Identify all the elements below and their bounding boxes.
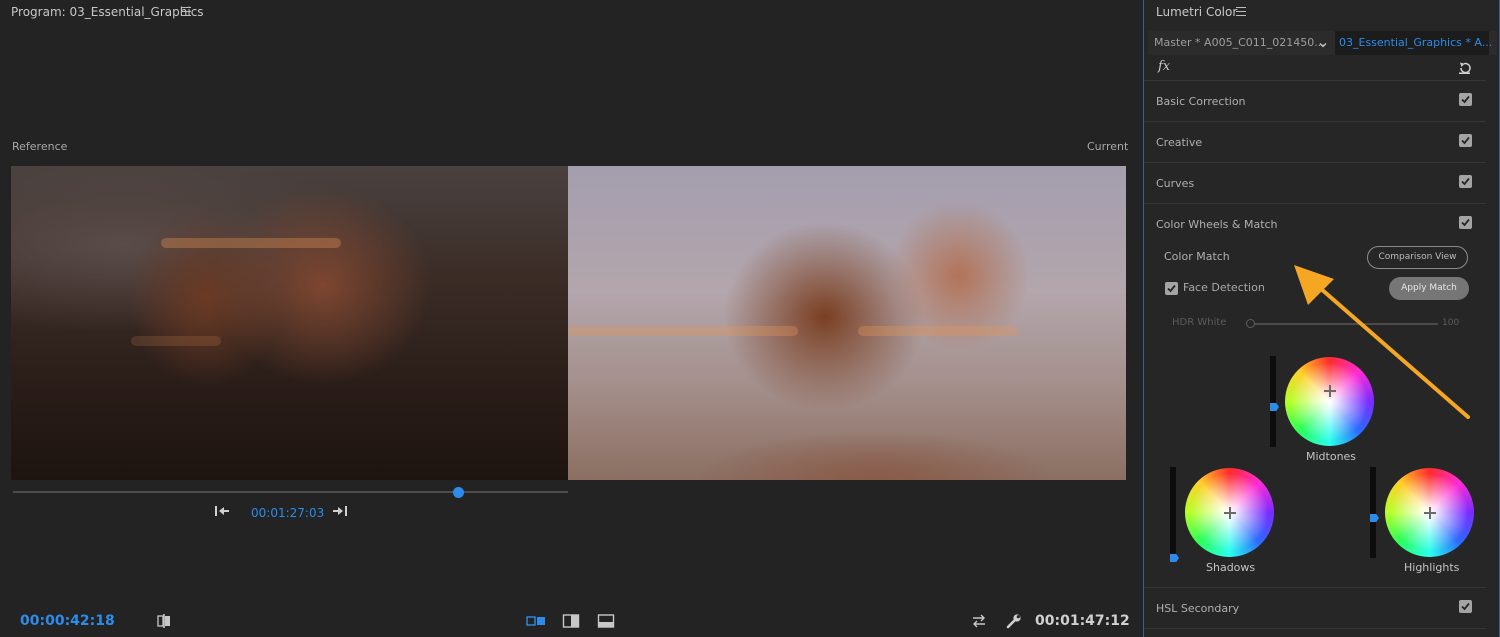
lumetri-menu-icon[interactable] <box>1236 7 1246 16</box>
hdr-white-slider-track <box>1250 323 1438 325</box>
vertical-split-icon[interactable] <box>562 613 580 629</box>
section-creative-label: Creative <box>1156 136 1203 149</box>
duration-timecode: 00:01:47:12 <box>1035 613 1130 629</box>
section-basic-correction[interactable]: Basic Correction <box>1144 80 1486 121</box>
comparison-side-by-side-icon[interactable] <box>526 613 545 629</box>
clip-selector: Master * A005_C011_021450... 03_Essentia… <box>1148 31 1497 55</box>
hdr-white-label: HDR White <box>1172 317 1227 328</box>
hdr-white-slider-handle <box>1246 319 1255 328</box>
color-match-label: Color Match <box>1164 250 1230 263</box>
horizontal-split-icon[interactable] <box>597 613 615 629</box>
midtones-label: Midtones <box>1306 450 1357 463</box>
shadows-wheel[interactable] <box>1185 468 1274 557</box>
comparison-view-button[interactable]: Comparison View <box>1367 246 1468 269</box>
midtones-slider[interactable] <box>1270 356 1279 447</box>
reference-scrubber-handle[interactable] <box>453 487 464 498</box>
face-detection-checkbox[interactable] <box>1165 282 1178 295</box>
basic-correction-checkbox[interactable] <box>1459 93 1472 106</box>
wrench-icon[interactable] <box>1005 613 1023 629</box>
reference-label: Reference <box>12 140 68 153</box>
reference-scrubber-track[interactable] <box>13 491 568 493</box>
section-color-wheels-match[interactable]: Color Wheels & Match <box>1144 203 1486 244</box>
program-monitor: Program: 03_Essential_Graphics Reference… <box>0 0 1143 637</box>
apply-match-button[interactable]: Apply Match <box>1389 277 1469 300</box>
section-curves-label: Curves <box>1156 177 1195 190</box>
menu-icon[interactable] <box>181 7 191 16</box>
curves-checkbox[interactable] <box>1459 175 1472 188</box>
midtones-slider-thumb[interactable] <box>1270 403 1279 411</box>
section-basic-correction-label: Basic Correction <box>1156 95 1246 108</box>
section-curves[interactable]: Curves <box>1144 162 1486 203</box>
playhead-timecode[interactable]: 00:00:42:18 <box>20 613 115 629</box>
shadows-slider[interactable] <box>1170 467 1179 562</box>
highlights-label: Highlights <box>1404 561 1460 574</box>
lumetri-panel-title[interactable]: Lumetri Color <box>1156 5 1237 19</box>
go-to-previous-edit-icon[interactable] <box>214 504 230 518</box>
highlights-wheel-crosshair <box>1424 507 1436 519</box>
midtones-wheel[interactable] <box>1285 357 1374 446</box>
go-to-next-edit-icon[interactable] <box>332 504 348 518</box>
reference-timecode[interactable]: 00:01:27:03 <box>251 506 324 520</box>
highlights-slider-thumb[interactable] <box>1370 514 1379 522</box>
face-detection-label: Face Detection <box>1183 281 1265 294</box>
sequence-clip-tab[interactable]: 03_Essential_Graphics * A... <box>1335 31 1492 55</box>
shadows-label: Shadows <box>1206 561 1256 574</box>
color-wheels-checkbox[interactable] <box>1459 216 1472 229</box>
section-color-wheels-label: Color Wheels & Match <box>1156 218 1278 231</box>
midtones-wheel-crosshair <box>1324 385 1336 397</box>
compare-icon[interactable] <box>156 613 174 629</box>
reset-icon[interactable] <box>1458 60 1472 74</box>
current-label: Current <box>1087 140 1129 153</box>
hsl-secondary-checkbox[interactable] <box>1459 600 1472 613</box>
shadows-wheel-crosshair <box>1224 507 1236 519</box>
chevron-down-icon[interactable] <box>1318 35 1328 48</box>
reference-frame <box>11 166 568 480</box>
section-divider <box>1144 628 1486 629</box>
hdr-white-value: 100 <box>1442 318 1460 328</box>
highlights-slider[interactable] <box>1370 467 1379 558</box>
swap-icon[interactable] <box>970 613 988 629</box>
section-creative[interactable]: Creative <box>1144 121 1486 162</box>
section-hsl-secondary-label: HSL Secondary <box>1156 602 1240 615</box>
creative-checkbox[interactable] <box>1459 134 1472 147</box>
fx-toggle[interactable]: fx <box>1158 59 1170 74</box>
master-clip-tab[interactable]: Master * A005_C011_021450... <box>1154 36 1325 49</box>
highlights-wheel[interactable] <box>1385 468 1474 557</box>
current-frame <box>568 166 1126 480</box>
section-hsl-secondary[interactable]: HSL Secondary <box>1144 587 1486 628</box>
lumetri-color-panel: Lumetri Color Master * A005_C011_021450.… <box>1143 0 1500 637</box>
program-panel-title[interactable]: Program: 03_Essential_Graphics <box>11 5 204 19</box>
shadows-slider-thumb[interactable] <box>1170 554 1179 562</box>
